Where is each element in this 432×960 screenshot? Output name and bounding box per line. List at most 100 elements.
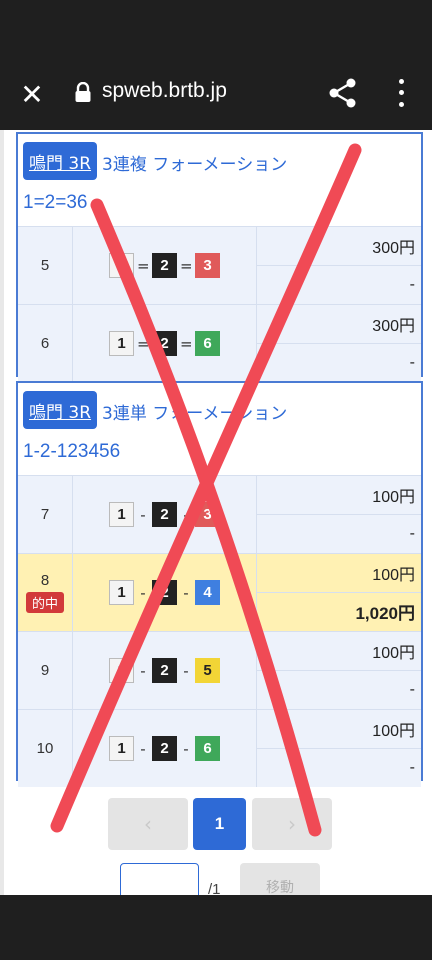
separator: =	[137, 334, 150, 353]
payout-amount: -	[409, 275, 415, 293]
stake-amount: 300円	[257, 305, 421, 344]
row-number-text: 6	[40, 335, 50, 352]
boat-number: 6	[195, 736, 220, 761]
boat-number: 3	[195, 502, 220, 527]
row-combination: 1 = 2 = 3	[73, 227, 257, 304]
row-number: 9	[18, 632, 73, 709]
separator: -	[183, 739, 189, 758]
close-icon[interactable]: ✕	[14, 76, 50, 112]
bet-row: 10 1 - 2 - 6 100円 -	[18, 709, 421, 787]
row-amounts: 300円 -	[257, 305, 421, 382]
boat-number: 2	[152, 331, 177, 356]
boat-number: 2	[152, 253, 177, 278]
boat-number: 1	[109, 658, 134, 683]
bet-row-hit: 8 的中 1 - 2 - 4 100円 1,020円	[18, 553, 421, 631]
separator: -	[140, 739, 146, 758]
hit-badge: 的中	[25, 592, 64, 613]
bet-type: 3連複 フォーメーション	[102, 155, 288, 175]
total-pages: /1	[208, 881, 221, 895]
row-number-text: 8	[40, 572, 50, 589]
stake-amount: 100円	[257, 554, 421, 593]
bet-card: 鳴門 3R 3連単 フォーメーション 1-2-123456 7 1 - 2 - …	[16, 381, 423, 787]
venue-link[interactable]: 鳴門 3R	[23, 391, 98, 429]
bet-card-header: 鳴門 3R 3連複 フォーメーション 1=2=36	[18, 134, 421, 226]
row-number: 6	[18, 305, 73, 382]
separator: =	[180, 256, 193, 275]
row-number: 10	[18, 710, 73, 787]
bottom-bar	[0, 895, 432, 960]
boat-number: 6	[195, 331, 220, 356]
boat-number: 1	[109, 331, 134, 356]
separator: -	[140, 661, 146, 680]
payout-amount: -	[409, 524, 415, 542]
row-combination: 1 - 2 - 4	[73, 554, 257, 631]
browser-toolbar: ✕ spweb.brtb.jp	[0, 0, 432, 130]
bet-combination: 1-2-123456	[23, 441, 121, 462]
row-number: 8 的中	[18, 554, 73, 631]
boat-number: 2	[152, 580, 177, 605]
boat-number: 5	[195, 658, 220, 683]
separator: -	[140, 583, 146, 602]
boat-number: 1	[109, 580, 134, 605]
lock-icon	[75, 82, 91, 102]
stake-amount: 100円	[257, 632, 421, 671]
bet-row: 5 1 = 2 = 3 300円 -	[18, 226, 421, 304]
separator: =	[137, 256, 150, 275]
row-amounts: 100円 -	[257, 632, 421, 709]
payout-amount: 1,020円	[355, 604, 415, 624]
bet-row: 6 1 = 2 = 6 300円 -	[18, 304, 421, 382]
separator: -	[140, 505, 146, 524]
more-vert-icon[interactable]	[390, 76, 412, 110]
venue-link[interactable]: 鳴門 3R	[23, 142, 98, 180]
separator: -	[183, 583, 189, 602]
boat-number: 2	[152, 736, 177, 761]
row-amounts: 100円 1,020円	[257, 554, 421, 631]
bet-combination: 1=2=36	[23, 192, 88, 213]
share-icon[interactable]	[326, 76, 360, 110]
bet-type: 3連単 フォーメーション	[102, 404, 288, 424]
boat-number: 1	[109, 502, 134, 527]
row-number: 7	[18, 476, 73, 553]
boat-number: 2	[152, 658, 177, 683]
row-combination: 1 - 2 - 6	[73, 710, 257, 787]
boat-number: 2	[152, 502, 177, 527]
bet-row: 7 1 - 2 - 3 100円 -	[18, 475, 421, 553]
bet-card: 鳴門 3R 3連複 フォーメーション 1=2=36 5 1 = 2 = 3 30…	[16, 132, 423, 382]
page-edge	[0, 130, 4, 895]
row-combination: 1 - 2 - 3	[73, 476, 257, 553]
prev-page-button[interactable]: ‹	[108, 798, 188, 850]
page-number-input[interactable]	[120, 863, 199, 895]
boat-number: 4	[195, 580, 220, 605]
payout-amount: -	[409, 758, 415, 776]
stake-amount: 100円	[257, 476, 421, 515]
web-page: 鳴門 3R 3連複 フォーメーション 1=2=36 5 1 = 2 = 3 30…	[0, 130, 432, 895]
stake-amount: 100円	[257, 710, 421, 749]
venue-label[interactable]: 鳴門 3R	[29, 149, 91, 174]
boat-number: 1	[109, 253, 134, 278]
separator: -	[183, 505, 189, 524]
url-text[interactable]: spweb.brtb.jp	[102, 79, 227, 103]
venue-label[interactable]: 鳴門 3R	[29, 398, 91, 423]
row-amounts: 100円 -	[257, 476, 421, 553]
stake-amount: 300円	[257, 227, 421, 266]
row-amounts: 300円 -	[257, 227, 421, 304]
next-page-button[interactable]: ›	[252, 798, 332, 850]
boat-number: 3	[195, 253, 220, 278]
bet-card-header: 鳴門 3R 3連単 フォーメーション 1-2-123456	[18, 383, 421, 475]
pagination: ‹ 1 ›	[0, 798, 432, 852]
row-number: 5	[18, 227, 73, 304]
row-number-text: 9	[40, 662, 50, 679]
page-jump: /1 移動	[0, 863, 432, 895]
payout-amount: -	[409, 353, 415, 371]
row-number-text: 10	[36, 740, 54, 757]
current-page-button[interactable]: 1	[193, 798, 246, 850]
separator: =	[180, 334, 193, 353]
row-number-text: 7	[40, 506, 50, 523]
go-button[interactable]: 移動	[240, 863, 320, 895]
separator: -	[183, 661, 189, 680]
row-number-text: 5	[40, 257, 50, 274]
row-combination: 1 - 2 - 5	[73, 632, 257, 709]
bet-row: 9 1 - 2 - 5 100円 -	[18, 631, 421, 709]
payout-amount: -	[409, 680, 415, 698]
row-combination: 1 = 2 = 6	[73, 305, 257, 382]
